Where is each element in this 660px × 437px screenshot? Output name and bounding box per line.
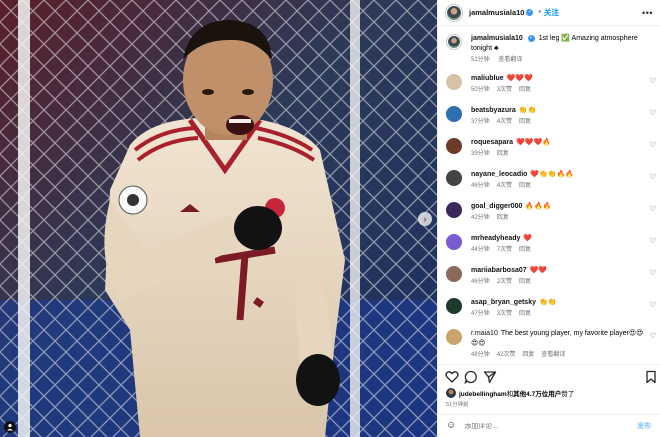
heart-icon[interactable]: ♡ — [650, 269, 656, 277]
comment-author[interactable]: mrheadyheady — [471, 235, 520, 242]
emoji-icon[interactable]: ☺ — [446, 421, 456, 431]
action-bar — [438, 364, 660, 386]
reply-button[interactable]: 回复 — [519, 311, 531, 317]
comment-time: 46分钟 — [471, 279, 490, 285]
reply-button[interactable]: 回复 — [519, 183, 531, 189]
comment-text: 👏👏 — [538, 299, 557, 306]
chevron-right-icon: › — [423, 213, 427, 224]
post-photo[interactable]: › — [0, 0, 437, 437]
comment-text: 👏👏 — [518, 107, 537, 114]
follow-button[interactable]: 关注 — [544, 7, 559, 18]
heart-icon[interactable]: ♡ — [650, 237, 656, 245]
heart-icon[interactable]: ♡ — [650, 109, 656, 117]
reply-button[interactable]: 回复 — [497, 151, 509, 157]
tagged-users-button[interactable] — [4, 421, 16, 433]
bookmark-icon[interactable] — [644, 370, 658, 384]
share-icon[interactable] — [483, 370, 497, 384]
comment-author[interactable]: r.maia10 — [471, 330, 498, 337]
heart-icon[interactable]: ♡ — [650, 77, 656, 85]
caption-author[interactable]: jamalmusiala10 — [471, 35, 523, 42]
comment-likes[interactable]: 42次赞 — [497, 352, 516, 358]
comment-author[interactable]: nayane_leocadio — [471, 171, 527, 178]
comment-text: ❤️👏👏🔥🔥 — [530, 171, 575, 178]
commenter-avatar[interactable] — [446, 74, 462, 90]
comment-author[interactable]: asap_bryan_getsky — [471, 299, 536, 306]
reply-button[interactable]: 回复 — [519, 279, 531, 285]
likes-suffix: 赞了 — [561, 391, 575, 398]
comment-input[interactable] — [464, 422, 615, 430]
post-header: jamalmusiala10 ✓ • 关注 ••• — [438, 0, 660, 26]
post-comment-button[interactable]: 发布 — [637, 421, 651, 431]
comment-author[interactable]: maliublue — [471, 75, 504, 82]
reply-button[interactable]: 回复 — [497, 215, 509, 221]
see-translation-link[interactable]: 查看翻译 — [498, 57, 522, 63]
comment-time: 42分钟 — [471, 215, 490, 221]
comment-time: 50分钟 — [471, 87, 490, 93]
comments-list[interactable]: jamalmusiala10 ✓ 1st leg ✅ Amazing atmosp… — [438, 28, 660, 364]
user-icon — [7, 424, 13, 431]
comment-likes[interactable]: 4次赞 — [497, 183, 512, 189]
commenter-avatar[interactable] — [446, 138, 462, 154]
author-username[interactable]: jamalmusiala10 — [469, 8, 524, 17]
comment-time: 48分钟 — [471, 352, 490, 358]
comment-likes[interactable]: 4次赞 — [497, 119, 512, 125]
comment-text: ❤️❤️ — [529, 267, 548, 274]
heart-icon[interactable]: ♡ — [650, 301, 656, 309]
caption-emoji: ♣ — [493, 45, 499, 52]
player-celebration-image — [0, 0, 437, 437]
comment-likes[interactable]: 3次赞 — [497, 87, 512, 93]
comment-time: 37分钟 — [471, 119, 490, 125]
comment-icon[interactable] — [464, 370, 478, 384]
author-avatar[interactable] — [445, 3, 463, 22]
more-icon[interactable]: ••• — [642, 8, 653, 18]
liker-avatar[interactable] — [446, 388, 456, 398]
liker-username[interactable]: judebellingham — [459, 391, 507, 398]
reply-button[interactable]: 回复 — [519, 87, 531, 93]
reply-button[interactable]: 回复 — [519, 119, 531, 125]
heart-icon[interactable]: ♡ — [650, 141, 656, 149]
heart-icon[interactable]: ♡ — [650, 332, 656, 340]
comment-author[interactable]: goal_digger000 — [471, 203, 522, 210]
commenter-avatar[interactable] — [446, 266, 462, 282]
commenter-avatar[interactable] — [446, 106, 462, 122]
author-avatar[interactable] — [446, 34, 462, 50]
commenter-avatar[interactable] — [446, 234, 462, 250]
commenter-avatar[interactable] — [446, 202, 462, 218]
comment-time: 46分钟 — [471, 183, 490, 189]
likes-others-link[interactable]: 其他4.7万位用户 — [513, 391, 561, 398]
heart-icon[interactable]: ♡ — [650, 173, 656, 181]
comment-time: 44分钟 — [471, 247, 490, 253]
comment-likes[interactable]: 3次赞 — [497, 311, 512, 317]
commenter-avatar[interactable] — [446, 329, 462, 345]
comment-text: ❤️❤️❤️🔥 — [516, 139, 551, 146]
comment-time: 39分钟 — [471, 151, 490, 157]
comment-author[interactable]: mariiabarbosa07 — [471, 267, 527, 274]
comment-time: 47分钟 — [471, 311, 490, 317]
reply-button[interactable]: 回复 — [519, 247, 531, 253]
post-detail-panel: jamalmusiala10 ✓ • 关注 ••• jamalmusiala10… — [437, 0, 660, 437]
commenter-avatar[interactable] — [446, 170, 462, 186]
verified-icon: ✓ — [527, 34, 535, 42]
comment-author[interactable]: roquesapara — [471, 139, 513, 146]
comment-author[interactable]: beatsbyazura — [471, 107, 516, 114]
comment-text: 🔥🔥🔥 — [525, 203, 552, 210]
next-image-button[interactable]: › — [418, 212, 432, 226]
comment-text: ❤️ — [523, 235, 533, 242]
heart-icon[interactable]: ♡ — [650, 205, 656, 213]
comment-likes[interactable]: 2次赞 — [497, 279, 512, 285]
caption-time: 51分钟 — [471, 57, 490, 63]
commenter-avatar[interactable] — [446, 298, 462, 314]
see-translation-link[interactable]: 查看翻译 — [541, 352, 565, 358]
comment-text: ❤️❤️❤️ — [506, 75, 533, 82]
add-comment-bar: ☺ 发布 — [438, 414, 660, 437]
likes-summary: judebellingham和其他4.7万位用户赞了 — [446, 388, 574, 398]
reply-button[interactable]: 回复 — [522, 352, 534, 358]
separator-dot: • — [538, 9, 541, 16]
heart-icon[interactable] — [445, 370, 459, 384]
post-timestamp[interactable]: 51分钟前 — [446, 400, 469, 408]
verified-icon: ✓ — [526, 9, 534, 16]
comment-likes[interactable]: 7次赞 — [497, 247, 512, 253]
